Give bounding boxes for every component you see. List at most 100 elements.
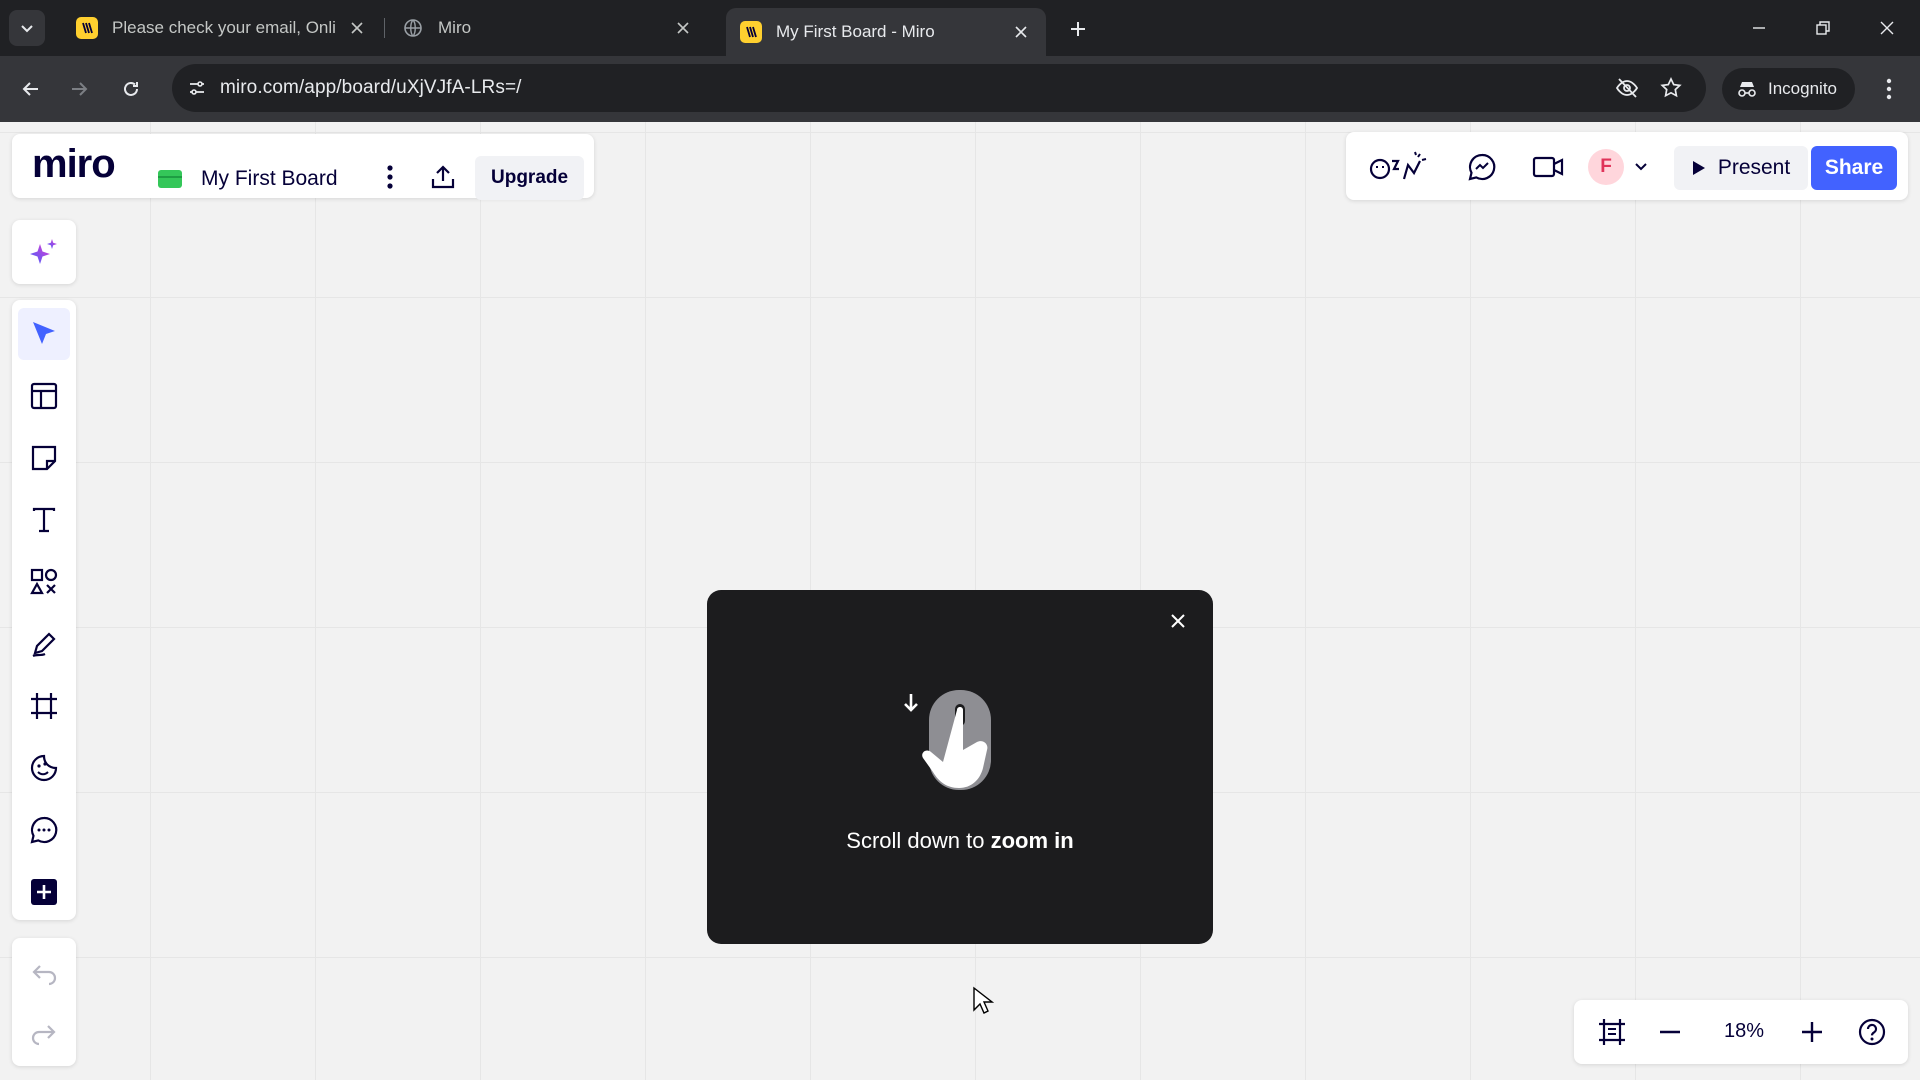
arrow-right-icon [72,82,88,96]
comment-tool[interactable] [18,804,70,856]
plus-square-icon [31,879,57,905]
new-tab-button[interactable] [1063,14,1093,44]
globe-icon [402,17,424,39]
more-apps-tool[interactable] [18,866,70,918]
board-header-panel: miro My First Board Upgrade [12,134,594,200]
tab-email[interactable]: Please check your email, Online [62,8,382,48]
text-icon [32,507,56,533]
present-label: Present [1717,156,1791,179]
tab-separator [384,18,385,38]
miro-logo[interactable]: miro [32,142,116,187]
zoom-controls: 18% [1574,1000,1908,1064]
arrow-left-icon [22,82,38,96]
close-tab-icon[interactable] [672,17,694,39]
tab-miro[interactable]: Miro [388,8,708,48]
more-vertical-icon [1886,78,1892,100]
restore-button[interactable] [1800,10,1846,46]
tab-search-button[interactable] [9,10,45,46]
browser-menu-button[interactable] [1872,72,1906,106]
share-button[interactable]: Share [1811,146,1897,190]
redo-icon [31,1025,56,1046]
upload-icon [431,165,455,189]
board-menu-button[interactable] [369,156,411,198]
zoom-out-button[interactable] [1648,1010,1692,1054]
eye-off-icon[interactable] [1612,73,1642,103]
undo-icon [32,965,57,986]
close-icon [1880,21,1894,35]
sticker-icon [30,754,58,782]
incognito-indicator[interactable]: Incognito [1722,68,1855,110]
url-text: miro.com/app/board/uXjVJfA-LRs=/ [220,77,522,98]
chevron-down-icon [1635,163,1647,171]
reload-button[interactable] [114,72,148,106]
stickers-tool[interactable] [18,742,70,794]
reload-icon [124,81,138,96]
hint-text: Scroll down to [846,828,991,853]
mouse-pointer-icon [973,986,994,1014]
more-vertical-icon [387,165,393,189]
export-button[interactable] [422,156,464,198]
site-settings-icon[interactable] [182,73,212,103]
tab-title: My First Board - Miro [776,22,935,41]
address-bar[interactable]: miro.com/app/board/uXjVJfA-LRs=/ [172,64,1706,112]
help-icon [1858,1018,1886,1046]
close-tab-icon[interactable] [1010,21,1032,43]
sticky-note-icon [31,445,57,471]
hint-message: Scroll down to zoom in [707,828,1213,854]
cursor-arrow-icon [33,322,55,344]
comment-icon [30,816,58,844]
browser-tabbar: Please check your email, Online Miro My … [0,0,1920,56]
undo-button[interactable] [18,948,70,1000]
zoom-level[interactable]: 18% [1710,1020,1778,1043]
miro-favicon [76,17,98,39]
ai-assist-button[interactable] [12,220,76,284]
minus-icon [1660,1030,1680,1034]
tab-title: Please check your email, Online [112,18,336,37]
sticky-note-tool[interactable] [18,432,70,484]
avatar: F [1588,149,1624,185]
board-name[interactable]: My First Board [201,167,338,191]
pen-tool[interactable] [18,618,70,670]
close-hint-button[interactable] [1163,606,1193,636]
video-call-button[interactable] [1524,146,1572,188]
reactions-icon [1369,151,1427,180]
history-toolbar [12,938,76,1066]
fit-to-screen-button[interactable] [1590,1010,1634,1054]
chevron-down-icon [21,25,33,33]
miro-favicon [740,21,762,43]
collaboration-panel: F Present Share [1346,132,1908,200]
minimize-button[interactable] [1736,10,1782,46]
back-button[interactable] [14,72,48,106]
comments-button[interactable] [1458,146,1506,188]
video-camera-icon [1532,156,1564,178]
redo-button[interactable] [18,1008,70,1060]
frame-tool[interactable] [18,680,70,732]
incognito-icon [1738,82,1756,97]
upgrade-button[interactable]: Upgrade [475,156,585,200]
browser-navbar: miro.com/app/board/uXjVJfA-LRs=/ Incogni… [0,56,1920,122]
zoom-in-button[interactable] [1790,1010,1834,1054]
layout-template-icon [30,382,58,410]
shapes-icon [30,568,58,595]
text-tool[interactable] [18,494,70,546]
bookmark-star-icon[interactable] [1656,73,1686,103]
shapes-tool[interactable] [18,556,70,608]
close-window-button[interactable] [1864,10,1910,46]
reactions-button[interactable] [1366,146,1430,188]
close-tab-icon[interactable] [346,17,368,39]
present-button[interactable]: Present [1674,146,1808,190]
restore-icon [1816,21,1830,35]
plus-icon [1071,22,1085,36]
forward-button[interactable] [62,72,96,106]
collaborators-button[interactable]: F [1584,146,1668,188]
templates-tool[interactable] [18,370,70,422]
minimize-icon [1753,27,1765,29]
incognito-label: Incognito [1768,79,1837,98]
board-icon [158,170,182,188]
select-tool[interactable] [18,308,70,360]
tab-title: Miro [438,18,472,37]
plus-icon [1802,1022,1822,1042]
help-button[interactable] [1850,1010,1894,1054]
tab-my-first-board[interactable]: My First Board - Miro [726,8,1046,56]
zoom-hint-popup: Scroll down to zoom in [707,590,1213,944]
